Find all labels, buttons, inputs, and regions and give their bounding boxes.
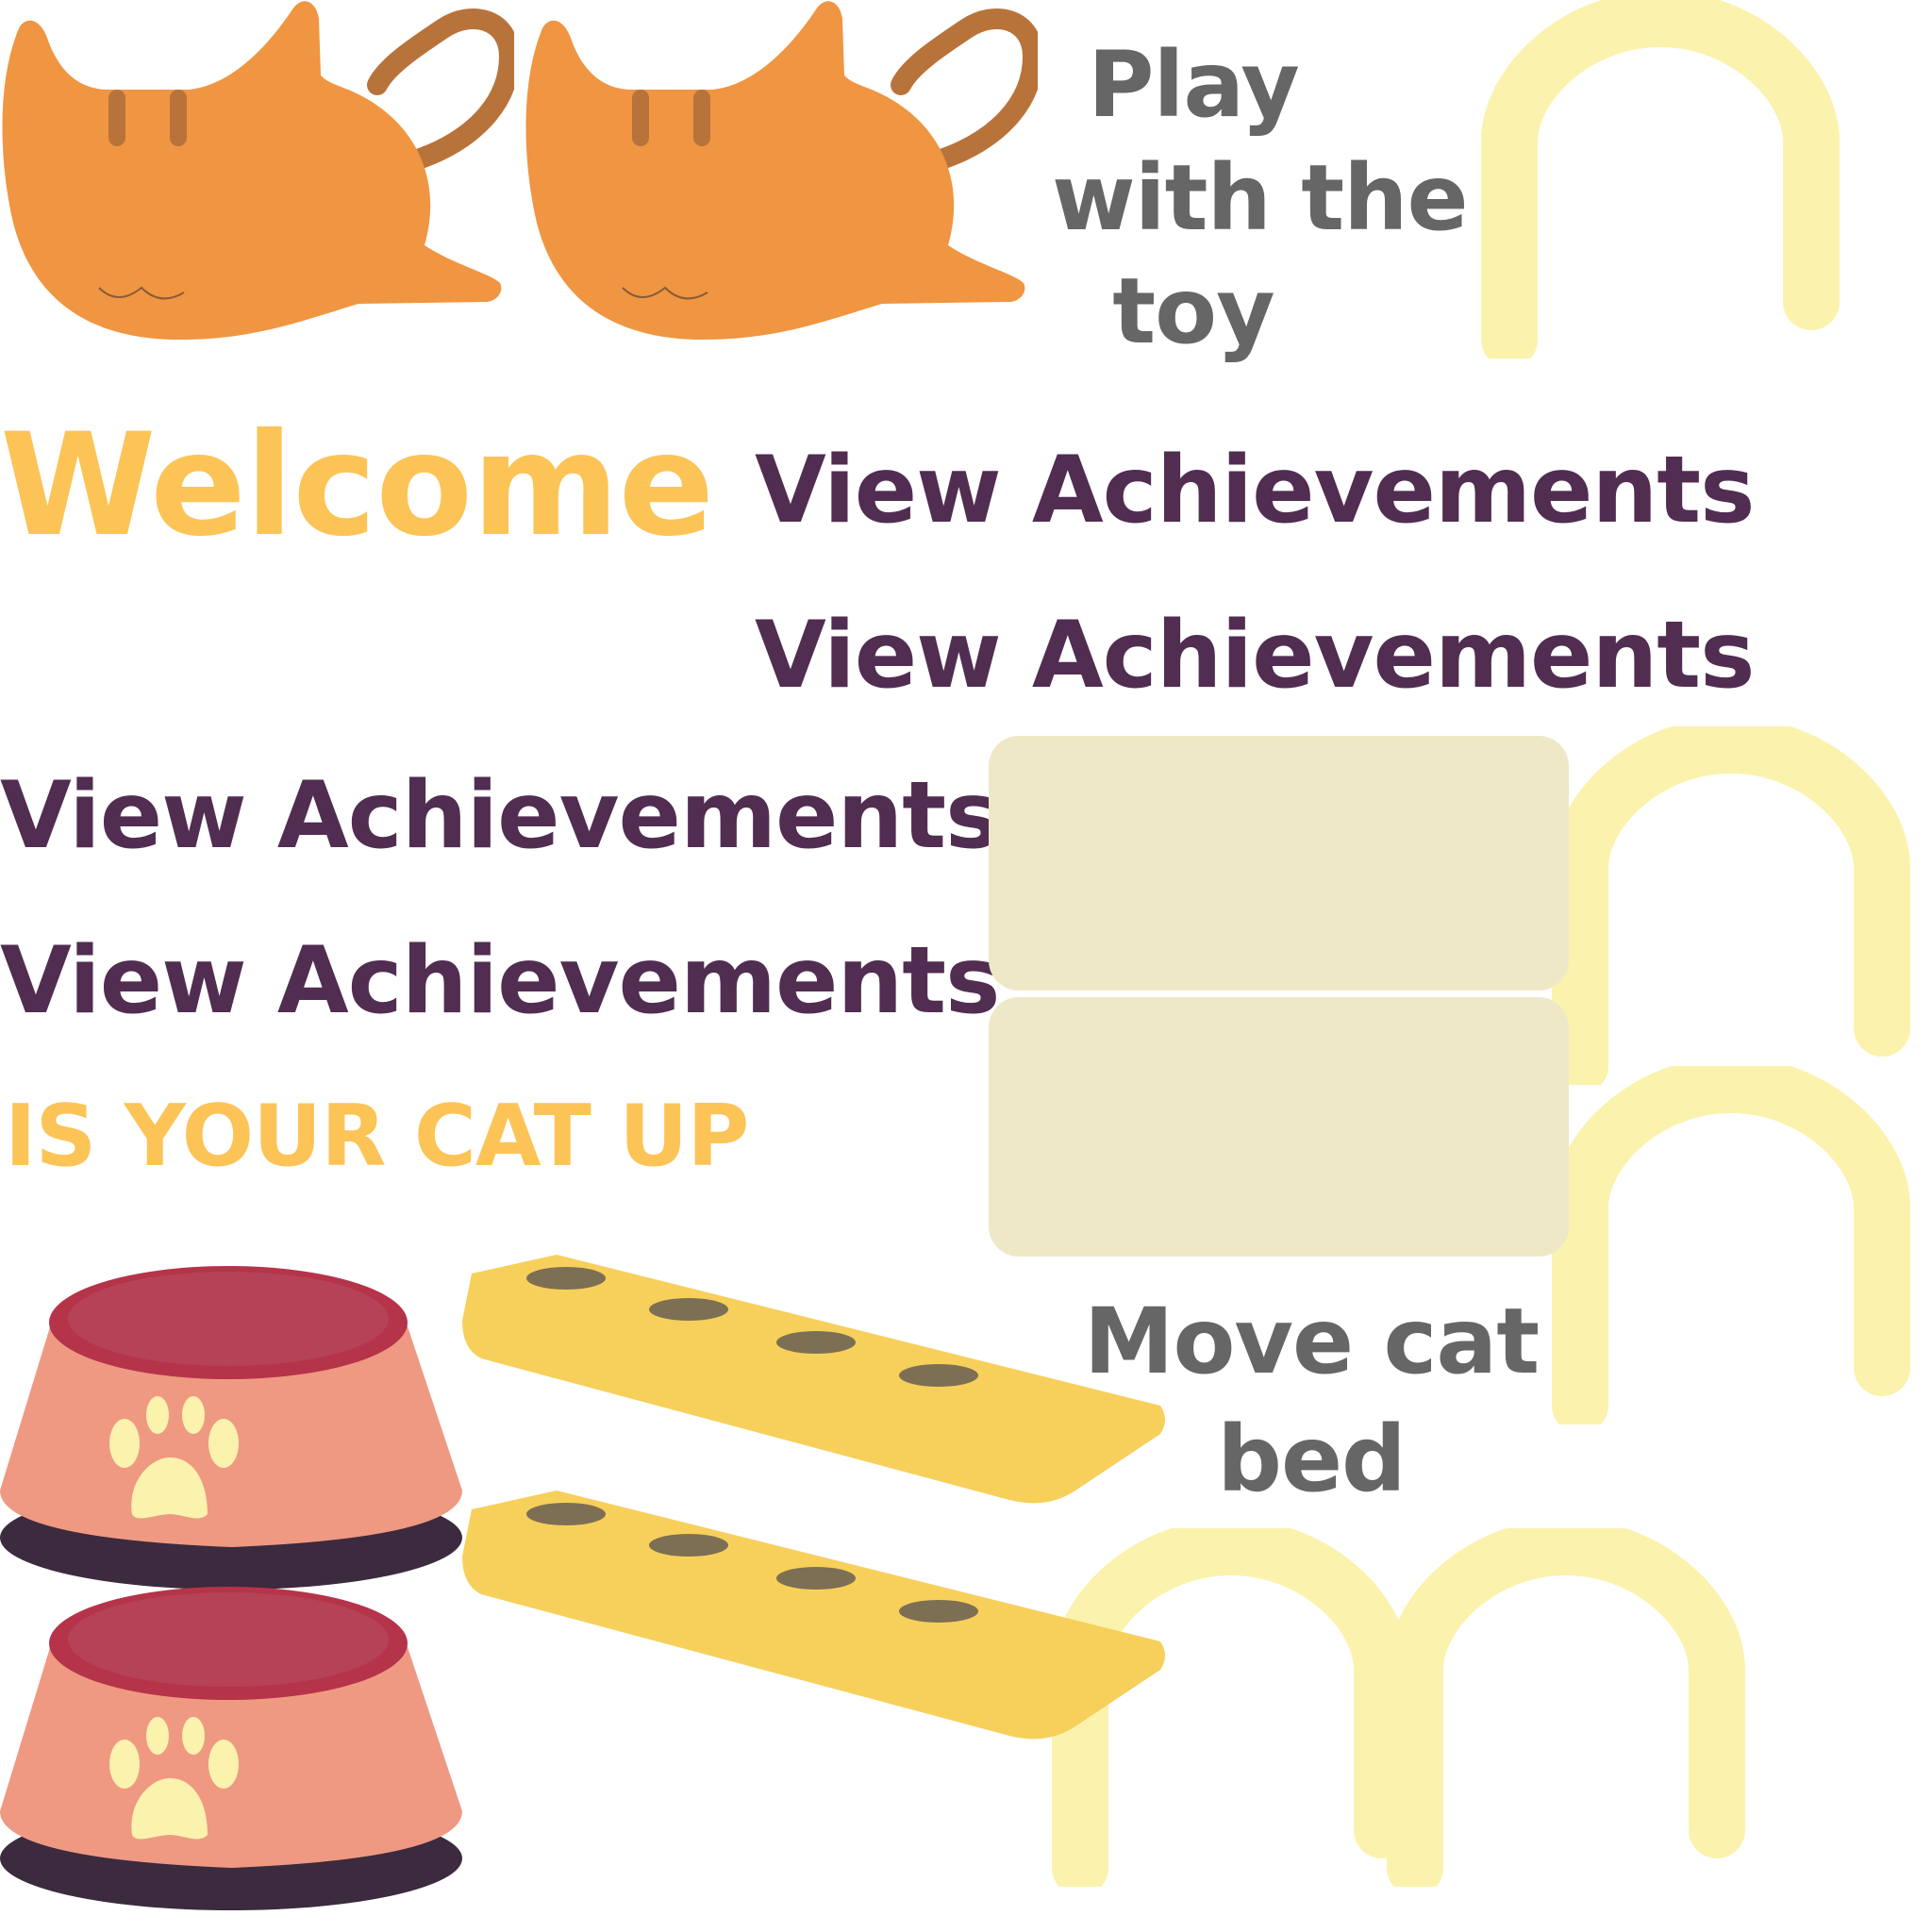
play-toy-line: toy	[1112, 258, 1274, 364]
welcome-title: Welcome	[0, 404, 714, 568]
view-achievements-button[interactable]: View Achievements	[0, 920, 1000, 1042]
arch-sprite	[1387, 1528, 1745, 1887]
view-achievements-button[interactable]: View Achievements	[755, 429, 1755, 552]
arch-sprite	[1481, 0, 1840, 358]
food-bowl	[0, 1587, 462, 1910]
cat-sprite	[0, 0, 514, 377]
arch-sprite	[1552, 726, 1910, 1085]
view-achievements-button[interactable]: View Achievements	[755, 594, 1755, 717]
play-toy-label[interactable]: Play with the toy	[1052, 28, 1469, 368]
toy-board	[462, 1491, 1165, 1740]
arch-sprite	[1552, 1066, 1910, 1424]
food-bowl	[0, 1266, 462, 1590]
is-your-cat-up-label: IS YOUR CAT UP	[5, 1087, 749, 1186]
play-toy-line: Play	[1088, 32, 1300, 138]
play-toy-line: with the	[1052, 145, 1469, 251]
panel	[989, 997, 1569, 1257]
panel	[989, 736, 1569, 991]
cat-sprite	[524, 0, 1038, 377]
view-achievements-button[interactable]: View Achievements	[0, 755, 1000, 877]
